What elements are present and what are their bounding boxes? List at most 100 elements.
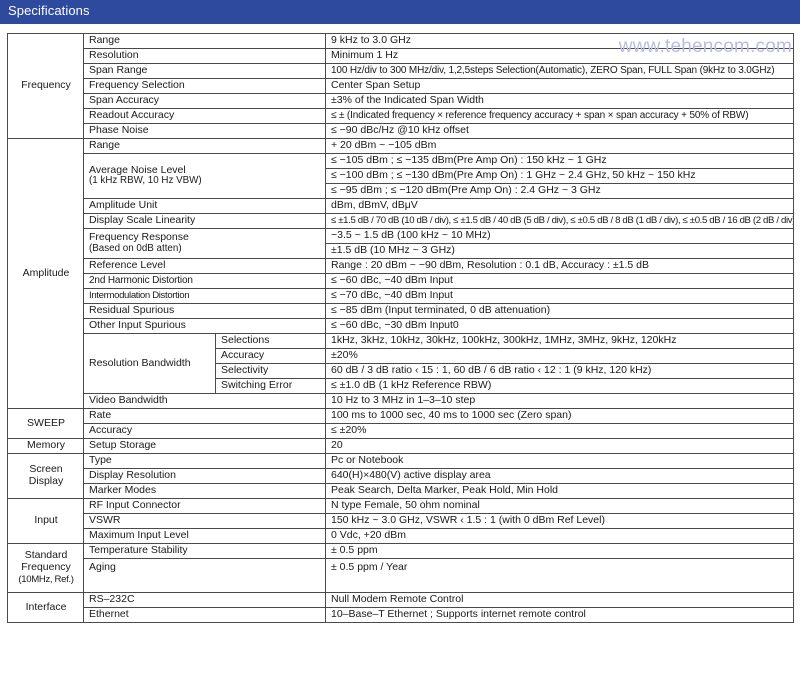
- frequency-response-line2: (Based on 0dB atten): [89, 242, 182, 254]
- specifications-table: Frequency Range 9 kHz to 3.0 GHz Resolut…: [7, 33, 794, 623]
- spec-value-average-noise-level-3: ≤ −95 dBm ; ≤ −120 dBm(Pre Amp On) : 2.4…: [325, 183, 794, 199]
- table-row: Display Scale Linearity ≤ ±1.5 dB / 70 d…: [8, 213, 794, 229]
- spec-value-span-accuracy: ±3% of the Indicated Span Width: [325, 93, 794, 109]
- table-row: Intermodulation Distortion ≤ −70 dBc, −4…: [8, 288, 794, 304]
- table-row: Input RF Input Connector N type Female, …: [7, 498, 794, 544]
- spec-label-vswr: VSWR: [83, 513, 326, 529]
- spec-label-residual-spurious: Residual Spurious: [83, 303, 326, 319]
- spec-value-amplitude-unit: dBm, dBmV, dBμV: [325, 198, 794, 214]
- screen-display-line2: Display: [28, 475, 64, 487]
- standard-frequency-line1: Standard: [24, 549, 68, 562]
- spec-label-span-accuracy: Span Accuracy: [83, 93, 326, 109]
- table-row: Span Accuracy ±3% of the Indicated Span …: [8, 93, 794, 109]
- spec-label-frequency-response: Frequency Response (Based on 0dB atten): [83, 228, 326, 259]
- spec-value-resolution: Minimum 1 Hz: [325, 48, 794, 64]
- group-label-interface: Interface: [7, 592, 84, 623]
- spec-value-maximum-input-level: 0 Vdc, +20 dBm: [325, 528, 794, 544]
- table-row: Frequency Range 9 kHz to 3.0 GHz: [7, 33, 794, 139]
- spec-value-display-type: Pc or Notebook: [325, 453, 794, 469]
- table-row: Span Range 100 Hz/div to 300 MHz/div, 1,…: [8, 63, 794, 79]
- spec-label-average-noise-level: Average Noise Level (1 kHz RBW, 10 Hz VB…: [83, 153, 326, 199]
- spec-value-residual-spurious: ≤ −85 dBm (Input terminated, 0 dB attenu…: [325, 303, 794, 319]
- spec-label-2nd-harmonic-distortion: 2nd Harmonic Distortion: [83, 273, 326, 289]
- spec-label-aging: Aging: [83, 558, 326, 593]
- table-row: Memory Setup Storage 20: [7, 438, 794, 454]
- table-row: Other Input Spurious ≤ −60 dBc, −30 dBm …: [8, 318, 794, 334]
- table-row: 2nd Harmonic Distortion ≤ −60 dBc, −40 d…: [8, 273, 794, 289]
- spec-value-other-input-spurious: ≤ −60 dBc, −30 dBm Input0: [325, 318, 794, 334]
- spec-label-resolution: Resolution: [83, 48, 326, 64]
- standard-frequency-line3: (10MHz, Ref.): [18, 573, 74, 585]
- spec-value-rbw-switching-error: ≤ ±1.0 dB (1 kHz Reference RBW): [325, 378, 794, 394]
- spec-value-display-resolution: 640(H)×480(V) active display area: [325, 468, 794, 484]
- spec-label-intermodulation-distortion: Intermodulation Distortion: [83, 288, 326, 304]
- spec-label-display-type: Type: [83, 453, 326, 469]
- table-row: Average Noise Level (1 kHz RBW, 10 Hz VB…: [8, 153, 794, 199]
- screen-display-line1: Screen: [29, 463, 63, 476]
- table-row: Frequency Response (Based on 0dB atten) …: [8, 228, 794, 259]
- spec-value-average-noise-level-2: ≤ −100 dBm ; ≤ −130 dBm(Pre Amp On) : 1 …: [325, 168, 794, 184]
- spec-label-temperature-stability: Temperature Stability: [83, 543, 326, 559]
- table-row: Resolution Minimum 1 Hz: [8, 48, 794, 64]
- table-row: Residual Spurious ≤ −85 dBm (Input termi…: [8, 303, 794, 319]
- spec-value-frequency-response-1: −3.5 ~ 1.5 dB (100 kHz ~ 10 MHz): [325, 228, 794, 244]
- spec-value-aging: ± 0.5 ppm / Year: [325, 558, 794, 593]
- table-row: VSWR 150 kHz ~ 3.0 GHz, VSWR ‹ 1.5 : 1 (…: [8, 513, 794, 529]
- spec-value-reference-level: Range : 20 dBm ~ −90 dBm, Resolution : 0…: [325, 258, 794, 274]
- spec-label-resolution-bandwidth: Resolution Bandwidth: [83, 333, 216, 394]
- group-label-frequency: Frequency: [7, 33, 84, 139]
- spec-label-reference-level: Reference Level: [83, 258, 326, 274]
- spec-label-display-resolution: Display Resolution: [83, 468, 326, 484]
- spec-value-sweep-accuracy: ≤ ±20%: [325, 423, 794, 439]
- spec-label-setup-storage: Setup Storage: [83, 438, 326, 454]
- spec-label-sweep-rate: Rate: [83, 408, 326, 424]
- spec-label-amplitude-range: Range: [83, 138, 326, 154]
- table-row: Screen Display Type Pc or Notebook: [7, 453, 794, 499]
- spec-label-display-scale-linearity: Display Scale Linearity: [83, 213, 326, 229]
- spec-label-marker-modes: Marker Modes: [83, 483, 326, 499]
- group-label-amplitude: Amplitude: [7, 138, 84, 409]
- group-label-input: Input: [7, 498, 84, 544]
- table-row: Reference Level Range : 20 dBm ~ −90 dBm…: [8, 258, 794, 274]
- spec-label-maximum-input-level: Maximum Input Level: [83, 528, 326, 544]
- table-row: Resolution Bandwidth Selections 1kHz, 3k…: [8, 333, 794, 394]
- group-label-memory: Memory: [7, 438, 84, 454]
- table-row: Interface RS–232C Null Modem Remote Cont…: [7, 592, 794, 623]
- spec-label-other-input-spurious: Other Input Spurious: [83, 318, 326, 334]
- standard-frequency-line2: Frequency: [21, 561, 71, 574]
- spec-value-ethernet: 10–Base–T Ethernet ; Supports internet r…: [325, 607, 794, 623]
- table-row: Ethernet 10–Base–T Ethernet ; Supports i…: [8, 607, 794, 623]
- spec-label-video-bandwidth: Video Bandwidth: [83, 393, 326, 409]
- table-row: Amplitude Range + 20 dBm ~ −105 dBm: [7, 138, 794, 409]
- spec-value-setup-storage: 20: [325, 438, 794, 454]
- spec-label-ethernet: Ethernet: [83, 607, 326, 623]
- spec-value-readout-accuracy: ≤ ± (Indicated frequency × reference fre…: [325, 108, 794, 124]
- group-label-sweep: SWEEP: [7, 408, 84, 439]
- table-row: Phase Noise ≤ −90 dBc/Hz @10 kHz offset: [8, 123, 794, 139]
- spec-value-frequency-selection: Center Span Setup: [325, 78, 794, 94]
- specifications-banner: Specifications: [0, 0, 800, 24]
- specifications-table-container: Frequency Range 9 kHz to 3.0 GHz Resolut…: [7, 33, 794, 623]
- spec-value-vswr: 150 kHz ~ 3.0 GHz, VSWR ‹ 1.5 : 1 (with …: [325, 513, 794, 529]
- spec-sublabel-rbw-selections: Selections: [215, 333, 326, 349]
- spec-value-display-scale-linearity: ≤ ±1.5 dB / 70 dB (10 dB / div), ≤ ±1.5 …: [325, 213, 794, 229]
- table-row: Display Resolution 640(H)×480(V) active …: [8, 468, 794, 484]
- spec-value-sweep-rate: 100 ms to 1000 sec, 40 ms to 1000 sec (Z…: [325, 408, 794, 424]
- spec-label-amplitude-unit: Amplitude Unit: [83, 198, 326, 214]
- spec-label-sweep-accuracy: Accuracy: [83, 423, 326, 439]
- table-row: Frequency Selection Center Span Setup: [8, 78, 794, 94]
- spec-value-video-bandwidth: 10 Hz to 3 MHz in 1–3–10 step: [325, 393, 794, 409]
- table-row: Aging ± 0.5 ppm / Year: [8, 558, 794, 593]
- spec-label-range: Range: [83, 33, 326, 49]
- spec-value-intermodulation-distortion: ≤ −70 dBc, −40 dBm Input: [325, 288, 794, 304]
- table-row: Accuracy ≤ ±20%: [8, 423, 794, 439]
- spec-sublabel-rbw-accuracy: Accuracy: [215, 348, 326, 364]
- average-noise-level-line1: Average Noise Level: [89, 163, 186, 176]
- spec-label-frequency-selection: Frequency Selection: [83, 78, 326, 94]
- spec-value-range: 9 kHz to 3.0 GHz: [325, 33, 794, 49]
- group-label-screen-display: Screen Display: [7, 453, 84, 499]
- spec-label-readout-accuracy: Readout Accuracy: [83, 108, 326, 124]
- table-row: Marker Modes Peak Search, Delta Marker, …: [8, 483, 794, 499]
- spec-value-frequency-response-2: ±1.5 dB (10 MHz ~ 3 GHz): [325, 243, 794, 259]
- average-noise-level-line2: (1 kHz RBW, 10 Hz VBW): [89, 175, 202, 187]
